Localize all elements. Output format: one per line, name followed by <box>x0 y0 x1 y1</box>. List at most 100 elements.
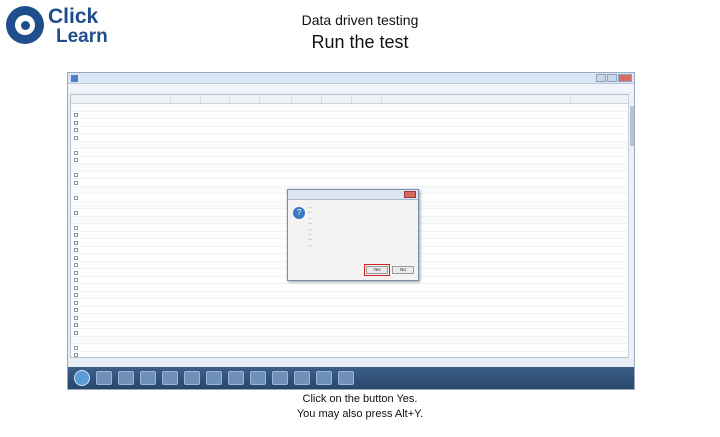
row-checkbox[interactable] <box>74 315 78 320</box>
column-header[interactable] <box>322 95 353 103</box>
column-header[interactable] <box>382 95 572 103</box>
table-cell <box>71 149 171 156</box>
table-row[interactable] <box>71 149 629 157</box>
column-header[interactable] <box>292 95 323 103</box>
row-checkbox[interactable] <box>74 150 78 155</box>
taskbar-app-icon[interactable] <box>184 371 200 385</box>
table-group-row[interactable] <box>71 336 629 344</box>
column-header[interactable] <box>171 95 201 103</box>
column-header[interactable] <box>260 95 293 103</box>
table-cell <box>382 329 571 336</box>
column-header[interactable] <box>352 95 382 103</box>
table-cell <box>71 164 171 171</box>
row-checkbox[interactable] <box>74 135 78 140</box>
table-cell <box>382 172 571 179</box>
column-header[interactable] <box>201 95 231 103</box>
taskbar-app-icon[interactable] <box>96 371 112 385</box>
table-cell <box>230 247 260 254</box>
table-cell <box>571 254 629 261</box>
row-checkbox[interactable] <box>74 248 78 253</box>
taskbar-app-icon[interactable] <box>272 371 288 385</box>
table-row[interactable] <box>71 119 629 127</box>
row-checkbox[interactable] <box>74 345 78 350</box>
start-button-icon[interactable] <box>74 370 90 386</box>
row-checkbox[interactable] <box>74 210 78 215</box>
row-checkbox[interactable] <box>74 278 78 283</box>
table-group-row[interactable] <box>71 104 629 112</box>
row-checkbox[interactable] <box>74 308 78 313</box>
table-cell <box>571 172 629 179</box>
table-group-row[interactable] <box>71 141 629 149</box>
table-cell <box>71 254 171 261</box>
row-checkbox[interactable] <box>74 270 78 275</box>
dialog-close-button[interactable] <box>404 191 416 198</box>
maximize-button[interactable] <box>607 74 617 82</box>
row-checkbox[interactable] <box>74 263 78 268</box>
table-cell <box>571 194 629 201</box>
close-window-button[interactable] <box>618 74 632 82</box>
taskbar-app-icon[interactable] <box>316 371 332 385</box>
table-cell <box>201 292 231 299</box>
table-cell <box>230 269 260 276</box>
row-checkbox[interactable] <box>74 285 78 290</box>
table-cell <box>71 262 171 269</box>
table-cell <box>352 172 382 179</box>
table-row[interactable] <box>71 157 629 164</box>
table-cell <box>171 194 201 201</box>
row-checkbox[interactable] <box>74 300 78 305</box>
table-row[interactable] <box>71 179 629 187</box>
taskbar-app-icon[interactable] <box>338 371 354 385</box>
row-checkbox[interactable] <box>74 128 78 133</box>
table-row[interactable] <box>71 292 629 299</box>
table-row[interactable] <box>71 284 629 292</box>
row-checkbox[interactable] <box>74 180 78 185</box>
taskbar-app-icon[interactable] <box>250 371 266 385</box>
table-cell <box>292 142 322 149</box>
scrollbar-thumb[interactable] <box>630 106 634 146</box>
table-row[interactable] <box>71 307 629 314</box>
table-cell <box>71 119 171 126</box>
table-cell <box>71 284 171 291</box>
taskbar-app-icon[interactable] <box>206 371 222 385</box>
column-header[interactable] <box>230 95 261 103</box>
table-row[interactable] <box>71 329 629 337</box>
table-row[interactable] <box>71 172 629 179</box>
taskbar-app-icon[interactable] <box>118 371 134 385</box>
row-checkbox[interactable] <box>74 323 78 328</box>
row-checkbox[interactable] <box>74 240 78 245</box>
no-button[interactable]: No <box>392 266 414 274</box>
row-checkbox[interactable] <box>74 158 78 163</box>
table-row[interactable] <box>71 314 629 322</box>
table-row[interactable] <box>71 112 629 119</box>
yes-button[interactable]: Yes <box>364 264 390 276</box>
table-row[interactable] <box>71 299 629 307</box>
row-checkbox[interactable] <box>74 195 78 200</box>
row-checkbox[interactable] <box>74 120 78 125</box>
table-cell <box>260 329 292 336</box>
row-checkbox[interactable] <box>74 113 78 118</box>
taskbar-app-icon[interactable] <box>162 371 178 385</box>
taskbar-app-icon[interactable] <box>228 371 244 385</box>
vertical-scrollbar[interactable] <box>628 94 634 358</box>
row-checkbox[interactable] <box>74 353 78 357</box>
row-checkbox[interactable] <box>74 225 78 230</box>
table-group-row[interactable] <box>71 164 629 172</box>
table-row[interactable] <box>71 352 629 357</box>
row-checkbox[interactable] <box>74 173 78 178</box>
table-row[interactable] <box>71 322 629 329</box>
table-row[interactable] <box>71 127 629 134</box>
row-checkbox[interactable] <box>74 330 78 335</box>
row-checkbox[interactable] <box>74 233 78 238</box>
table-cell <box>201 112 231 119</box>
row-checkbox[interactable] <box>74 293 78 298</box>
table-row[interactable] <box>71 134 629 142</box>
taskbar-app-icon[interactable] <box>294 371 310 385</box>
column-header[interactable] <box>71 95 171 103</box>
row-checkbox[interactable] <box>74 255 78 260</box>
column-header[interactable] <box>571 95 629 103</box>
taskbar-app-icon[interactable] <box>140 371 156 385</box>
table-cell <box>71 194 171 201</box>
table-cell <box>230 119 260 126</box>
table-row[interactable] <box>71 344 629 352</box>
minimize-button[interactable] <box>596 74 606 82</box>
